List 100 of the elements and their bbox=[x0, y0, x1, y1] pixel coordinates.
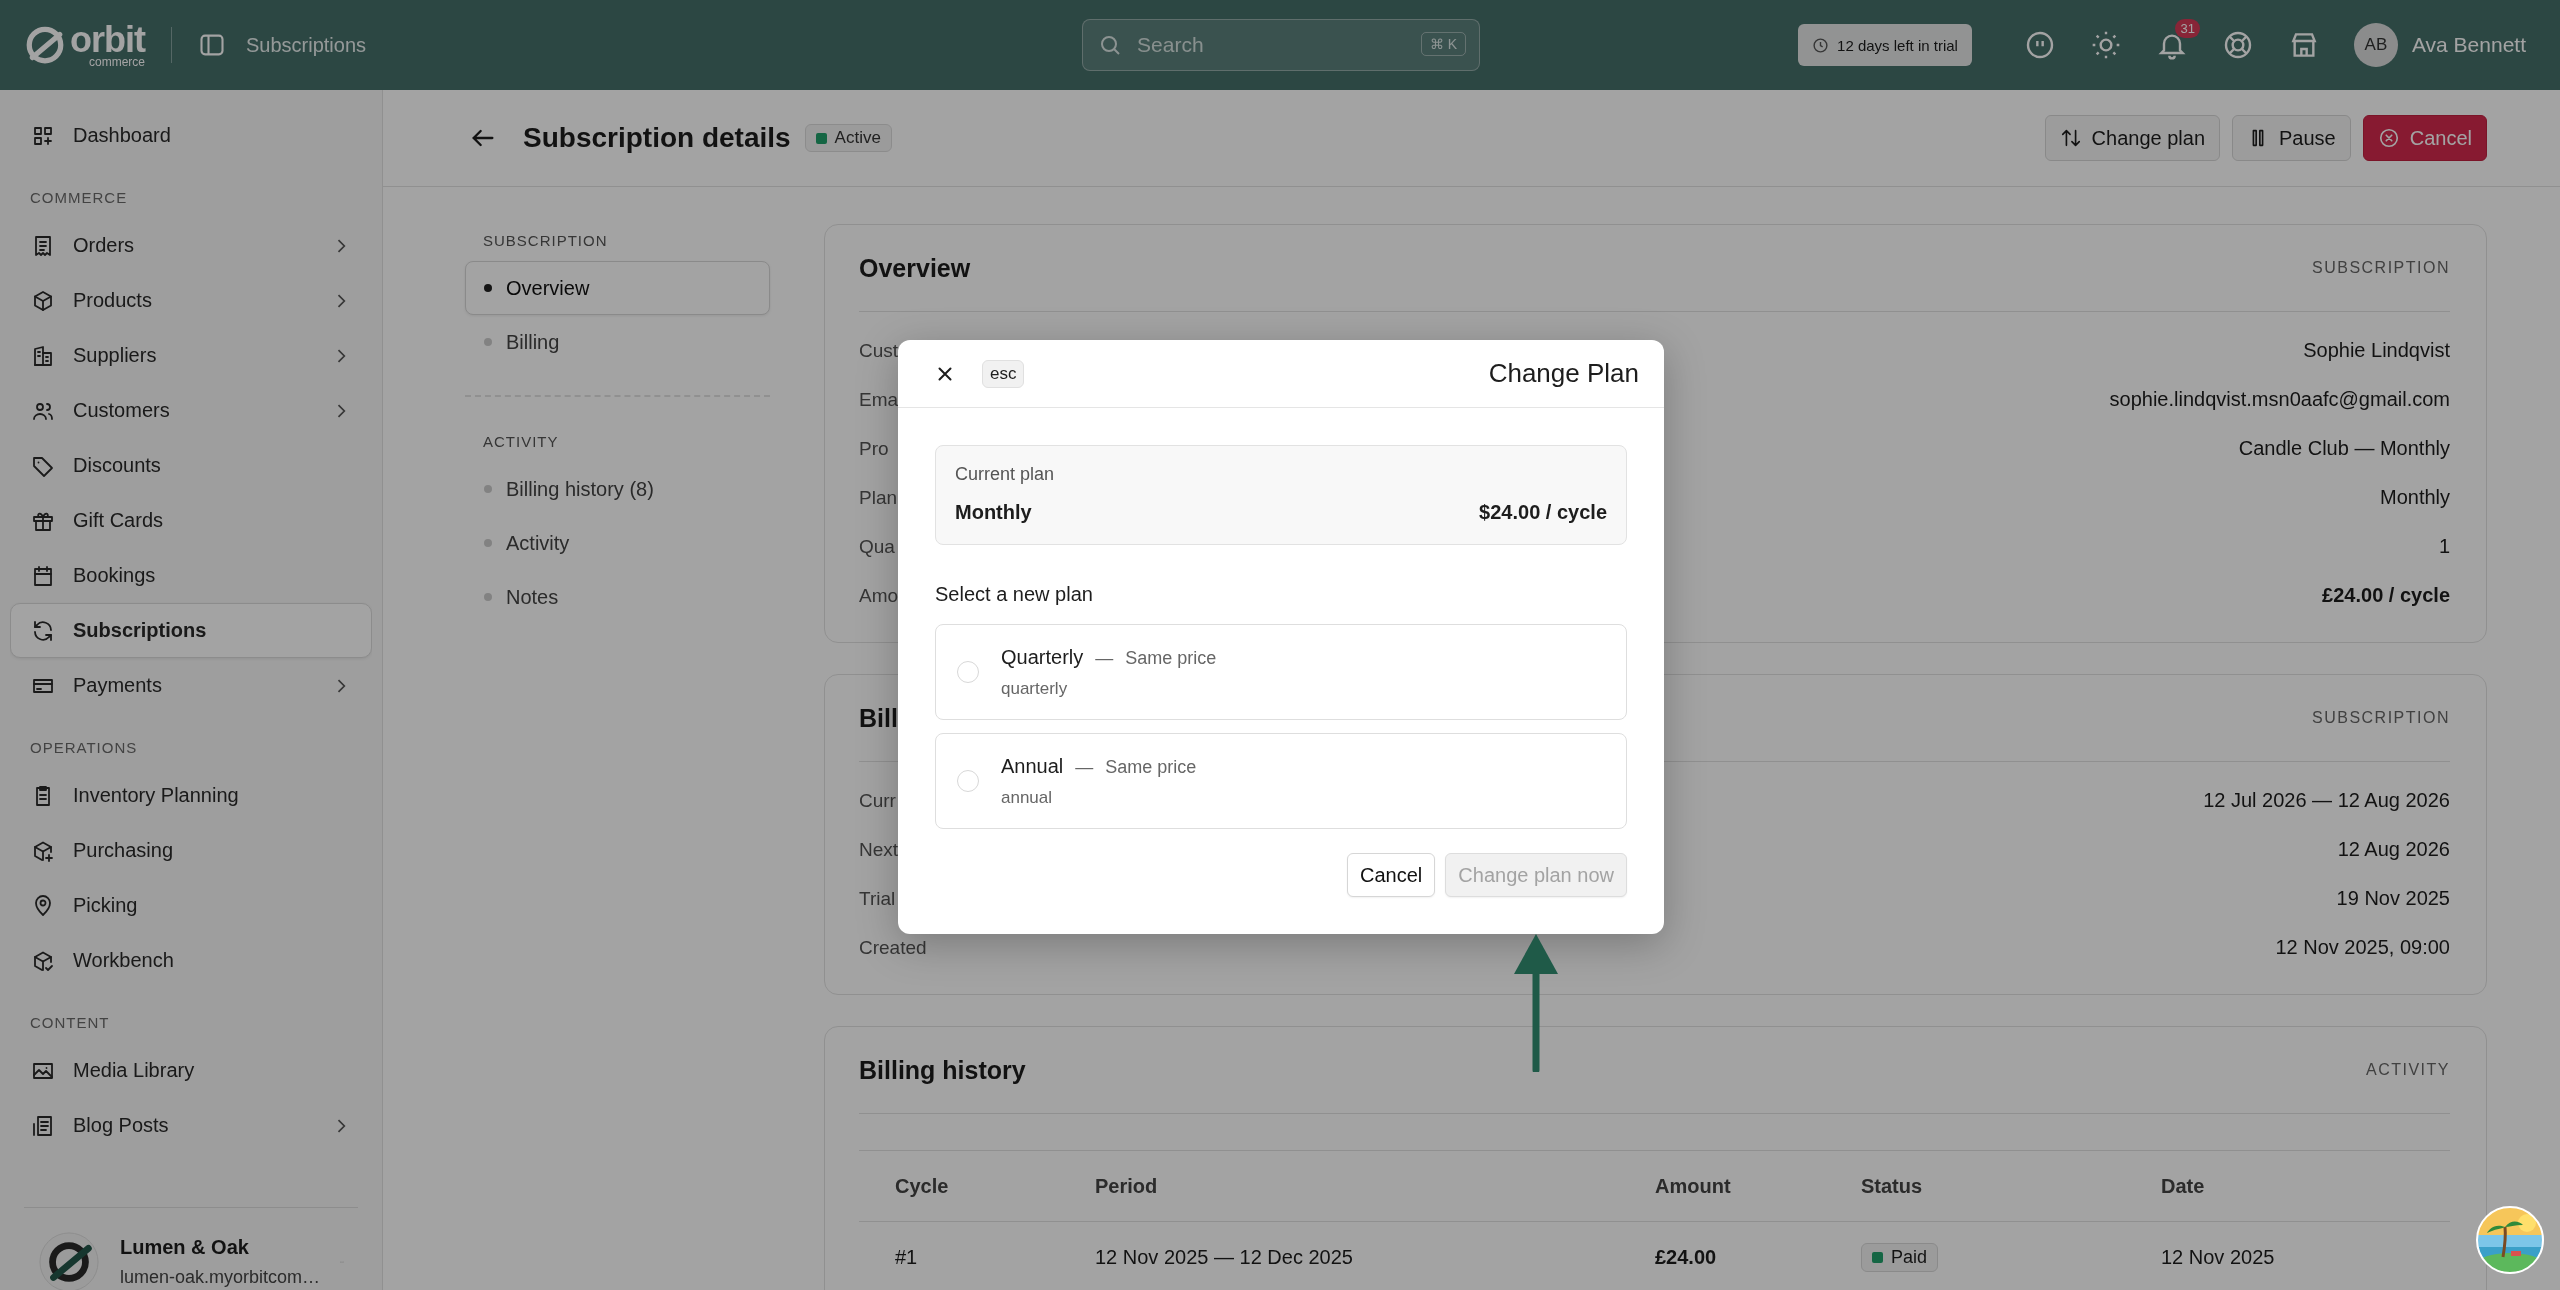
current-plan-name: Monthly bbox=[955, 501, 1032, 524]
section-heading: SUBSCRIPTION bbox=[482, 231, 609, 251]
field-value: sophie.lindqvist.msn0aafc@gmail.com bbox=[2109, 388, 2450, 411]
field-label: Pro bbox=[859, 437, 889, 460]
field-label: Cust bbox=[859, 339, 899, 362]
document-icon bbox=[31, 1113, 55, 1138]
dash-separator: — bbox=[1095, 647, 1114, 669]
section-label: Select a new plan bbox=[935, 583, 1094, 606]
field-label: Curr bbox=[859, 789, 896, 812]
logo-icon bbox=[24, 24, 66, 66]
status-badge: Paid bbox=[1861, 1242, 1939, 1272]
column-header: Amount bbox=[1655, 1174, 1732, 1198]
field-value: £24.00 / cycle bbox=[2322, 584, 2450, 607]
trial-text: 12 days left in trial bbox=[1837, 36, 1958, 54]
card-title: Overview bbox=[859, 253, 971, 283]
field-label: Trial bbox=[859, 887, 896, 910]
breadcrumb[interactable]: Subscriptions bbox=[246, 33, 367, 57]
status-badge: Active bbox=[804, 124, 892, 152]
field-value: Sophie Lindqvist bbox=[2303, 339, 2450, 362]
section-heading: CONTENT bbox=[29, 1013, 111, 1033]
field-value: 12 Nov 2025, 09:00 bbox=[2275, 936, 2450, 959]
column-header: Status bbox=[1861, 1174, 1924, 1198]
field-value: Candle Club — Monthly bbox=[2238, 437, 2450, 460]
sidebar-item[interactable]: Dashboard bbox=[10, 108, 372, 163]
field-value: 12 Aug 2026 bbox=[2337, 838, 2450, 861]
subnav-item[interactable]: Overview bbox=[465, 261, 770, 315]
plan-option[interactable]: Quarterly — Same price quarterly bbox=[935, 624, 1627, 720]
subnav-item[interactable]: Notes bbox=[465, 570, 770, 624]
table-cell-text: 12 Nov 2025 — 12 Dec 2025 bbox=[1095, 1245, 1354, 1269]
sidebar-item[interactable]: Gift Cards bbox=[10, 493, 372, 548]
sidebar-item[interactable]: Suppliers bbox=[10, 328, 372, 383]
table-cell-text: 12 Nov 2025 bbox=[2161, 1245, 2276, 1269]
field-label: Ema bbox=[859, 388, 899, 411]
sidebar-item[interactable]: Customers bbox=[10, 383, 372, 438]
page-title: Subscription details bbox=[523, 122, 791, 154]
clock-icon bbox=[1812, 36, 1830, 54]
field-value: 12 Jul 2026 — 12 Aug 2026 bbox=[2203, 789, 2450, 812]
action-button[interactable]: Pause bbox=[2232, 115, 2351, 161]
section-heading: OPERATIONS bbox=[29, 738, 139, 758]
cube-icon bbox=[31, 288, 55, 313]
action-button[interactable]: Change plan bbox=[2044, 115, 2220, 161]
shortcut-hint: ⌘ K bbox=[1420, 32, 1467, 56]
field-label: Created bbox=[859, 936, 927, 959]
sidebar-item[interactable]: Purchasing bbox=[10, 823, 372, 878]
table-cell-text: #1 bbox=[895, 1245, 919, 1269]
plan-note: Same price bbox=[1105, 756, 1197, 778]
sidebar-item[interactable]: Payments bbox=[10, 658, 372, 713]
subnav-item[interactable]: Billing bbox=[465, 315, 770, 369]
store-domain: lumen-oak.myorbitcom… bbox=[120, 1267, 321, 1288]
sidebar-item[interactable]: Bookings bbox=[10, 548, 372, 603]
sidebar-item[interactable]: Orders bbox=[10, 218, 372, 273]
card-title: Bill bbox=[859, 703, 898, 733]
refresh-icon bbox=[31, 618, 55, 643]
notification-count: 31 bbox=[2175, 19, 2200, 38]
building-icon bbox=[31, 343, 55, 368]
store-switcher[interactable]: Lumen & Oak lumen-oak.myorbitcom… bbox=[24, 1207, 358, 1290]
dialog-title: Change Plan bbox=[1488, 358, 1639, 389]
plan-interval: annual bbox=[1001, 787, 1054, 808]
sidebar-item[interactable]: Discounts bbox=[10, 438, 372, 493]
sidebar-item[interactable]: Subscriptions bbox=[10, 603, 372, 658]
user-name[interactable]: Ava Bennett bbox=[2411, 33, 2526, 57]
user-avatar[interactable]: AB bbox=[2353, 23, 2398, 67]
card-tag: SUBSCRIPTION bbox=[2312, 259, 2450, 277]
field-value: Monthly bbox=[2379, 486, 2450, 509]
sidebar-item[interactable]: Workbench bbox=[10, 933, 372, 988]
table-cell-text: £24.00 bbox=[1655, 1245, 1718, 1269]
field-label: Amo bbox=[859, 584, 899, 607]
sidebar-item[interactable]: Inventory Planning bbox=[10, 768, 372, 823]
column-header: Date bbox=[2161, 1174, 2206, 1198]
field-label: Qua bbox=[859, 535, 895, 558]
field-value: 1 bbox=[2438, 535, 2450, 558]
column-header: Period bbox=[1095, 1174, 1159, 1198]
cancel-button[interactable]: Cancel bbox=[1347, 853, 1436, 897]
card-tag: SUBSCRIPTION bbox=[2312, 709, 2450, 727]
field-label: Next bbox=[859, 838, 899, 861]
field-label: Plan bbox=[859, 486, 898, 509]
sidebar-item[interactable]: Products bbox=[10, 273, 372, 328]
subnav-item[interactable]: Billing history (8) bbox=[465, 462, 770, 516]
plan-name: Annual bbox=[1001, 754, 1064, 778]
store-name: Lumen & Oak bbox=[120, 1236, 250, 1259]
section-heading: ACTIVITY bbox=[482, 432, 560, 452]
section-heading: COMMERCE bbox=[29, 188, 129, 208]
card-title: Billing history bbox=[859, 1055, 1026, 1085]
sidebar-item[interactable]: Blog Posts bbox=[10, 1098, 372, 1153]
plan-interval: quarterly bbox=[1001, 678, 1069, 699]
action-button[interactable]: Cancel bbox=[2362, 115, 2487, 161]
subnav-item[interactable]: Activity bbox=[465, 516, 770, 570]
sidebar-item[interactable]: Media Library bbox=[10, 1043, 372, 1098]
plan-option[interactable]: Annual — Same price annual bbox=[935, 733, 1627, 829]
current-plan-label: Current plan bbox=[955, 464, 1056, 485]
cancel-circle-icon bbox=[2377, 127, 2400, 149]
brand-tagline: commerce bbox=[88, 56, 145, 68]
dash-separator: — bbox=[1075, 756, 1094, 778]
column-header: Cycle bbox=[895, 1174, 950, 1198]
sidebar-item[interactable]: Picking bbox=[10, 878, 372, 933]
current-plan-price: $24.00 / cycle bbox=[1479, 501, 1607, 524]
trial-badge[interactable]: 12 days left in trial bbox=[1798, 24, 1972, 66]
swap-arrows-icon bbox=[2059, 127, 2082, 149]
plan-note: Same price bbox=[1125, 647, 1217, 669]
brand-name: orbit bbox=[70, 22, 145, 58]
